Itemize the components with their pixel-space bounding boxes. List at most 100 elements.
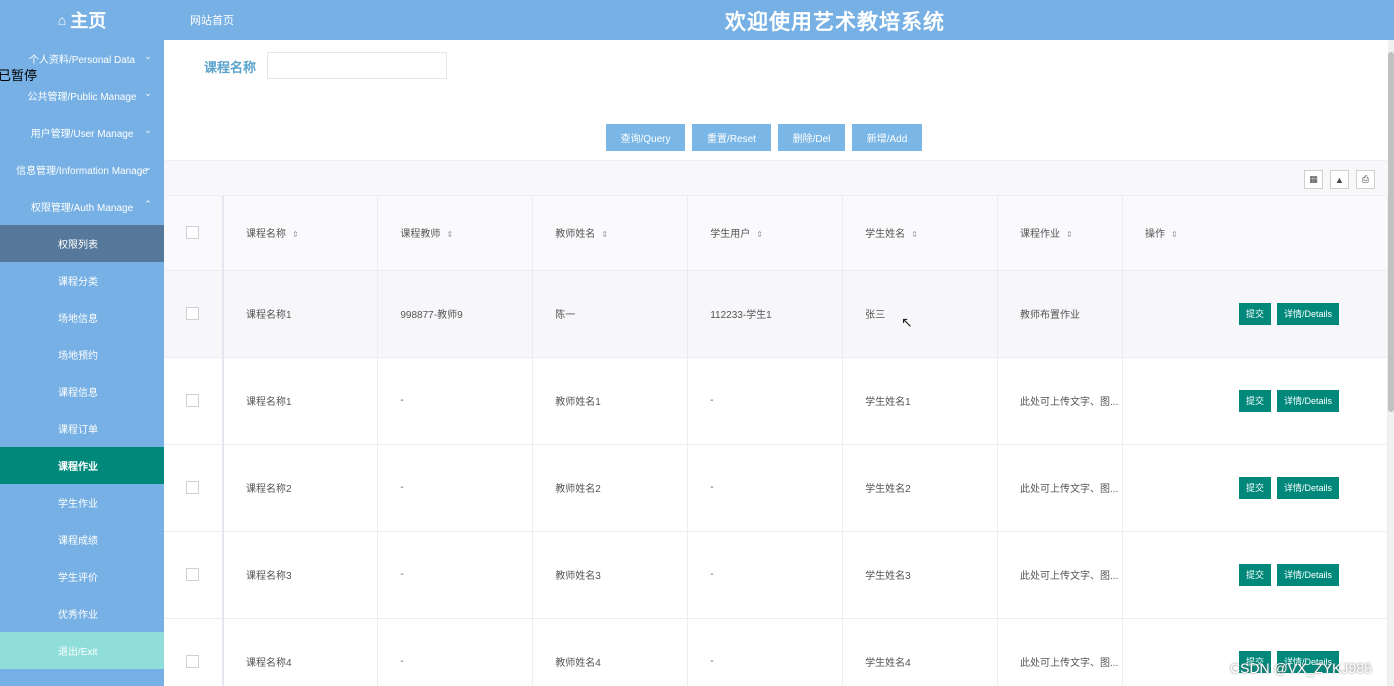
details-button[interactable]: 详情/Details	[1277, 563, 1340, 586]
column-header[interactable]: 课程名称 ⇕	[222, 196, 379, 271]
table-cell: -	[687, 531, 844, 619]
row-checkbox-cell	[164, 357, 224, 445]
sidebar-item-course-category[interactable]: 课程分类	[0, 262, 164, 299]
mouse-cursor-icon: ↖	[901, 314, 913, 330]
column-header[interactable]: 操作 ⇕	[1122, 196, 1388, 271]
sort-icon[interactable]: ⇕	[292, 230, 299, 239]
sidebar-item-course-homework[interactable]: 课程作业	[0, 447, 164, 484]
delete-button[interactable]: 删除/Del	[778, 124, 845, 151]
table-row[interactable]: 课程名称3 - 教师姓名3 - 学生姓名3 此处可上传文字、图... 提交 详情/…	[164, 531, 1388, 619]
table-cell: -	[377, 357, 534, 445]
chevron-up-icon: ⌃	[144, 199, 152, 209]
table-cell: 课程名称3	[222, 531, 379, 619]
top-bar: ⌂ 主页 网站首页 欢迎使用艺术教培系统	[0, 0, 1394, 40]
home-icon: ⌂	[57, 12, 67, 28]
paused-overlay-text: 已暂停	[0, 68, 38, 83]
column-header[interactable]: 教师姓名 ⇕	[532, 196, 689, 271]
query-button[interactable]: 查询/Query	[606, 124, 685, 151]
sidebar-item-permission-list[interactable]: 权限列表	[0, 225, 164, 262]
table-row[interactable]: 课程名称4 - 教师姓名4 - 学生姓名4 此处可上传文字、图... 提交 详情/…	[164, 618, 1388, 686]
table-cell: 学生姓名4	[842, 618, 999, 686]
menu-group-user-manage[interactable]: 用户管理/User Manage ⌄	[0, 114, 164, 151]
table-cell: -	[687, 618, 844, 686]
table-cell: -	[687, 357, 844, 445]
table-toolbar: ▦ ▲ ⎙	[164, 160, 1388, 196]
sidebar-item-student-review[interactable]: 学生评价	[0, 558, 164, 595]
sort-icon[interactable]: ⇕	[756, 230, 763, 239]
course-name-search-input[interactable]	[267, 52, 447, 79]
table-cell: 此处可上传文字、图...	[997, 531, 1124, 619]
submit-button[interactable]: 提交	[1238, 563, 1271, 586]
menu-group-label: 用户管理/User Manage	[30, 129, 134, 140]
sidebar-item-exit[interactable]: 退出/Exit	[0, 632, 164, 669]
column-header[interactable]: 课程作业 ⇕	[997, 196, 1124, 271]
menu-group-auth-manage[interactable]: 权限管理/Auth Manage ⌃	[0, 188, 164, 225]
select-all-checkbox[interactable]	[186, 226, 199, 240]
sidebar-item-course-info[interactable]: 课程信息	[0, 373, 164, 410]
vertical-scrollbar[interactable]	[1388, 40, 1394, 686]
row-actions: 提交 详情/Details	[1122, 357, 1388, 445]
main-content: 课程名称 查询/Query 重置/Reset 删除/Del 新增/Add ▦ ▲…	[164, 40, 1388, 686]
row-checkbox[interactable]	[186, 481, 199, 494]
row-checkbox-cell	[164, 444, 224, 532]
row-checkbox[interactable]	[186, 394, 199, 407]
row-actions: 提交 详情/Details	[1122, 270, 1388, 358]
table-cell: 此处可上传文字、图...	[997, 618, 1124, 686]
table-row[interactable]: 课程名称1 - 教师姓名1 - 学生姓名1 此处可上传文字、图... 提交 详情/…	[164, 357, 1388, 445]
reset-button[interactable]: 重置/Reset	[692, 124, 771, 151]
details-button[interactable]: 详情/Details	[1277, 476, 1340, 499]
sidebar-item-venue-info[interactable]: 场地信息	[0, 299, 164, 336]
submit-button[interactable]: 提交	[1238, 302, 1271, 325]
row-checkbox[interactable]	[186, 655, 199, 668]
sidebar-item-excellent-homework[interactable]: 优秀作业	[0, 595, 164, 632]
table-header-row: 课程名称 ⇕ 课程教师 ⇕ 教师姓名 ⇕ 学生用户 ⇕ 学生姓名 ⇕ 课程作业 ⇕ 操作 ⇕	[164, 196, 1388, 271]
home-link[interactable]: ⌂ 主页	[0, 0, 164, 40]
sidebar-item-student-homework[interactable]: 学生作业	[0, 484, 164, 521]
add-button[interactable]: 新增/Add	[852, 124, 922, 151]
homework-table: 课程名称 ⇕ 课程教师 ⇕ 教师姓名 ⇕ 学生用户 ⇕ 学生姓名 ⇕ 课程作业 ⇕ 操作 ⇕ …	[164, 196, 1388, 686]
export-icon[interactable]: ▲	[1330, 170, 1349, 189]
row-checkbox[interactable]	[186, 307, 199, 320]
table-cell: 教师姓名3	[532, 531, 689, 619]
site-home-link[interactable]: 网站首页	[190, 12, 234, 28]
menu-group-label: 权限管理/Auth Manage	[30, 203, 134, 214]
table-cell: 教师姓名1	[532, 357, 689, 445]
table-row[interactable]: 课程名称2 - 教师姓名2 - 学生姓名2 此处可上传文字、图... 提交 详情/…	[164, 444, 1388, 532]
column-header[interactable]: 学生用户 ⇕	[687, 196, 844, 271]
home-label: 主页	[70, 11, 107, 31]
column-header[interactable]: 课程教师 ⇕	[377, 196, 534, 271]
app-title: 欢迎使用艺术教培系统	[725, 11, 945, 34]
table-cell: -	[377, 531, 534, 619]
table-row[interactable]: 课程名称1 998877-教师9 陈一 112233-学生1 张三 教师布置作业…	[164, 270, 1388, 358]
table-cell: 学生姓名3	[842, 531, 999, 619]
table-cell: 此处可上传文字、图...	[997, 357, 1124, 445]
table-cell: 998877-教师9	[377, 270, 534, 358]
submit-button[interactable]: 提交	[1238, 389, 1271, 412]
sort-icon[interactable]: ⇕	[601, 230, 608, 239]
sidebar-item-venue-booking[interactable]: 场地预约	[0, 336, 164, 373]
sort-icon[interactable]: ⇕	[446, 230, 453, 239]
menu-group-information-manage[interactable]: 信息管理/Information Manage ⌄	[0, 151, 164, 188]
table-cell: -	[377, 618, 534, 686]
submit-button[interactable]: 提交	[1238, 476, 1271, 499]
details-button[interactable]: 详情/Details	[1277, 302, 1340, 325]
chevron-down-icon: ⌄	[144, 162, 152, 172]
sidebar-item-course-order[interactable]: 课程订单	[0, 410, 164, 447]
select-all-checkbox-cell	[164, 196, 224, 271]
sidebar-item-course-grades[interactable]: 课程成绩	[0, 521, 164, 558]
details-button[interactable]: 详情/Details	[1277, 389, 1340, 412]
search-label: 课程名称	[204, 60, 257, 75]
table-cell: 课程名称4	[222, 618, 379, 686]
row-actions: 提交 详情/Details	[1122, 531, 1388, 619]
print-icon[interactable]: ⎙	[1356, 170, 1375, 189]
sort-icon[interactable]: ⇕	[911, 230, 918, 239]
sort-icon[interactable]: ⇕	[1066, 230, 1073, 239]
table-cell: -	[377, 444, 534, 532]
sort-icon[interactable]: ⇕	[1171, 230, 1178, 239]
table-cell: 课程名称1	[222, 270, 379, 358]
scrollbar-thumb[interactable]	[1388, 52, 1394, 412]
table-cell: -	[687, 444, 844, 532]
row-checkbox[interactable]	[186, 568, 199, 581]
columns-icon[interactable]: ▦	[1304, 170, 1323, 189]
column-header[interactable]: 学生姓名 ⇕	[842, 196, 999, 271]
